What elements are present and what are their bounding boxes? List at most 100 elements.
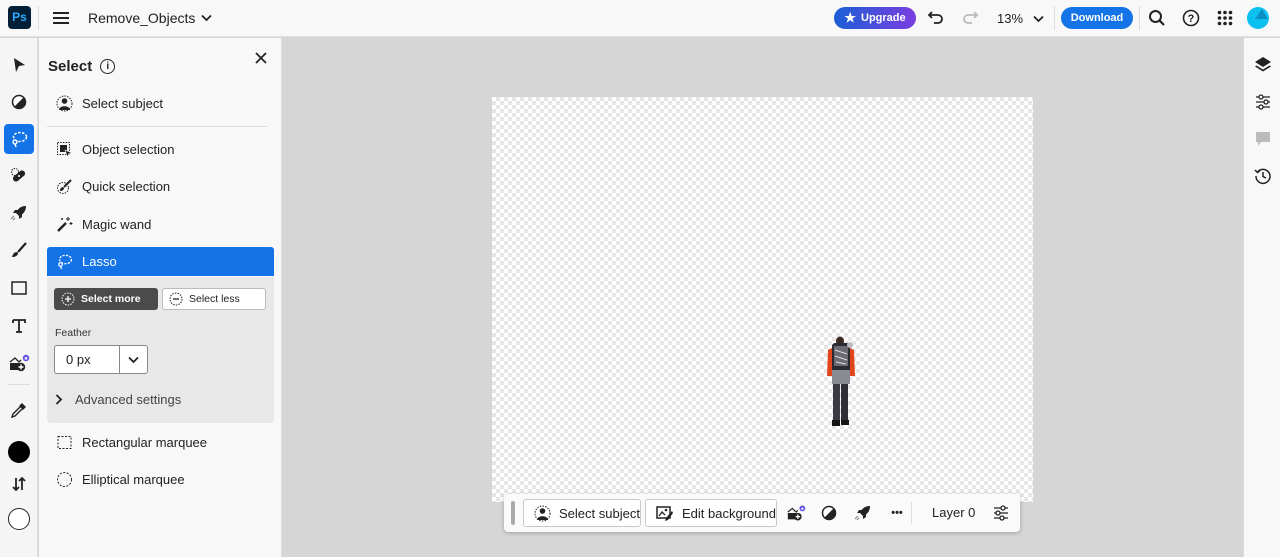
undo-button[interactable] <box>927 8 945 31</box>
search-button[interactable] <box>1147 8 1167 28</box>
add-image-icon <box>9 354 30 372</box>
magic-wand-label: Magic wand <box>82 217 152 232</box>
lasso-item[interactable]: Lasso <box>47 247 274 276</box>
rocket-icon <box>854 506 870 521</box>
chevron-down-icon <box>1033 15 1044 22</box>
move-tool[interactable] <box>4 50 34 80</box>
star-icon: ★ <box>844 10 857 25</box>
foreground-color-swatch[interactable] <box>8 441 30 463</box>
divider <box>38 6 39 30</box>
eyedropper-tool[interactable] <box>4 395 34 425</box>
photoshop-logo: Ps <box>8 6 31 29</box>
upgrade-label: Upgrade <box>861 12 906 24</box>
document-title-dropdown[interactable]: Remove_Objects <box>88 10 213 26</box>
quick-actions-tool[interactable] <box>4 198 34 228</box>
right-panel-rail <box>1243 38 1280 557</box>
half-circle-icon <box>821 505 837 521</box>
eyedropper-icon <box>10 403 26 419</box>
adjustments-icon <box>1256 94 1270 110</box>
redo-button[interactable] <box>961 8 979 31</box>
hiker-image <box>827 336 855 426</box>
taskbar-select-subject-button[interactable]: Select subject <box>523 499 641 527</box>
rectangle-icon <box>11 281 27 295</box>
upgrade-button[interactable]: ★ Upgrade <box>834 7 916 29</box>
document-title: Remove_Objects <box>88 10 196 26</box>
elliptical-marquee-item[interactable]: Elliptical marquee <box>47 465 274 494</box>
shape-tool[interactable] <box>4 273 34 303</box>
comments-button[interactable] <box>1253 129 1273 149</box>
select-more-button[interactable]: Select more <box>54 288 158 310</box>
bandage-icon <box>11 168 26 182</box>
document-canvas[interactable] <box>492 97 1033 502</box>
select-panel: Select i Select subject Object selection… <box>39 38 282 557</box>
left-toolbar <box>0 38 38 557</box>
contextual-taskbar: Select subject Edit background ••• Layer… <box>504 494 1020 532</box>
help-icon: ? <box>1182 9 1200 27</box>
top-bar: Ps Remove_Objects ★ Upgrade 13% Download… <box>0 0 1280 37</box>
object-selection-item[interactable]: Object selection <box>47 135 274 164</box>
magic-wand-item[interactable]: Magic wand <box>47 210 274 239</box>
select-less-button[interactable]: Select less <box>162 288 266 310</box>
lasso-icon <box>56 253 73 270</box>
feather-field <box>54 345 148 374</box>
menu-icon[interactable] <box>53 10 69 26</box>
history-button[interactable] <box>1253 166 1273 186</box>
advanced-settings-toggle[interactable]: Advanced settings <box>55 392 181 407</box>
close-panel-button[interactable] <box>255 48 267 69</box>
quick-selection-item[interactable]: Quick selection <box>47 172 274 201</box>
advanced-settings-label: Advanced settings <box>75 392 182 407</box>
edit-background-label: Edit background <box>682 505 776 521</box>
quick-selection-icon <box>56 178 73 195</box>
rectangular-marquee-item[interactable]: Rectangular marquee <box>47 428 274 457</box>
zoom-level-dropdown[interactable]: 13% <box>997 11 1044 26</box>
feather-input[interactable] <box>55 346 119 373</box>
select-subject-label: Select subject <box>559 505 640 521</box>
object-selection-icon <box>56 141 73 158</box>
select-subject-label: Select subject <box>82 96 163 111</box>
feather-dropdown-button[interactable] <box>119 346 147 373</box>
swap-colors-button[interactable] <box>4 469 34 499</box>
subtract-selection-icon <box>169 292 183 306</box>
redo-icon <box>963 11 979 24</box>
avatar[interactable] <box>1247 7 1269 29</box>
quick-actions-button[interactable] <box>853 503 873 523</box>
drag-handle[interactable] <box>511 501 515 525</box>
adjustments-button[interactable] <box>819 503 839 523</box>
lasso-tool[interactable] <box>4 124 34 154</box>
add-image-button[interactable] <box>786 503 806 523</box>
info-icon[interactable]: i <box>100 59 116 74</box>
help-button[interactable]: ? <box>1181 8 1201 28</box>
rectangular-marquee-label: Rectangular marquee <box>82 435 208 450</box>
download-button[interactable]: Download <box>1061 7 1133 29</box>
layer-name[interactable]: Layer 0 <box>932 505 975 520</box>
type-tool[interactable] <box>4 311 34 341</box>
apps-button[interactable] <box>1215 8 1235 28</box>
divider <box>1139 6 1140 30</box>
add-image-icon <box>787 505 806 521</box>
layers-button[interactable] <box>1253 55 1273 75</box>
brush-tool[interactable] <box>4 235 34 265</box>
more-options-button[interactable]: ••• <box>887 503 907 523</box>
select-subject-icon <box>56 95 73 112</box>
zoom-level-value: 13% <box>997 11 1024 26</box>
ellipse-marquee-icon <box>56 471 73 488</box>
object-selection-label: Object selection <box>82 142 175 157</box>
history-icon <box>1254 168 1271 185</box>
add-image-tool[interactable] <box>4 348 34 378</box>
elliptical-marquee-label: Elliptical marquee <box>82 472 185 487</box>
layer-properties-button[interactable] <box>991 503 1011 523</box>
adjustments-panel-button[interactable] <box>1253 92 1273 112</box>
divider <box>911 502 912 524</box>
lasso-options: Select more Select less Feather Advanced… <box>47 277 274 423</box>
sliders-icon <box>994 505 1008 521</box>
search-icon <box>1149 10 1165 26</box>
edit-background-button[interactable]: Edit background <box>645 499 777 527</box>
healing-tool[interactable] <box>4 161 34 191</box>
adjust-tool[interactable] <box>4 87 34 117</box>
quick-selection-label: Quick selection <box>82 179 171 194</box>
add-selection-icon <box>61 292 75 306</box>
apps-grid-icon <box>1217 10 1233 26</box>
select-more-label: Select more <box>81 293 141 305</box>
background-color-swatch[interactable] <box>8 508 30 530</box>
select-subject-item[interactable]: Select subject <box>47 89 274 118</box>
